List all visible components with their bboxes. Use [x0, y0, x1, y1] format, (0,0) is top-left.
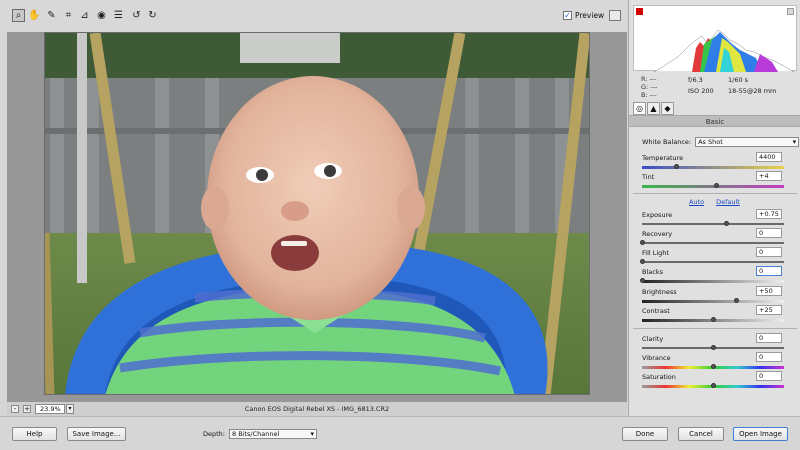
adjustment-panel: R: --- G: --- B: --- f/6.3 1/60 s ISO 200… — [628, 0, 800, 416]
clarity-thumb[interactable] — [711, 345, 716, 350]
white-balance-row: White Balance: As Shot — [642, 137, 800, 147]
photo-illustration — [45, 33, 589, 394]
rgb-readout: R: --- G: --- B: --- — [641, 75, 658, 99]
clarity-value[interactable]: 0 — [756, 333, 782, 343]
histogram — [633, 5, 797, 73]
auto-default-links: Auto Default — [689, 198, 740, 206]
rotate-left-icon[interactable]: ↺ — [130, 9, 143, 22]
default-link[interactable]: Default — [716, 198, 740, 206]
dialog-footer: Help Save Image... Depth: 8 Bits/Channel… — [0, 416, 800, 450]
iso: ISO 200 — [688, 87, 714, 95]
camera-info: R: --- G: --- B: --- f/6.3 1/60 s ISO 200… — [633, 73, 797, 99]
crop-icon[interactable]: ⌗ — [62, 9, 75, 22]
section-title: Basic — [629, 115, 800, 127]
shutter-speed: 1/60 s — [728, 76, 749, 84]
blacks-slider[interactable]: Blacks 0 — [640, 266, 784, 288]
tab-tone-curve-icon[interactable]: ▲ — [647, 102, 660, 115]
tab-detail-icon[interactable]: ◆ — [661, 102, 674, 115]
brightness-value[interactable]: +50 — [756, 286, 782, 296]
temperature-thumb[interactable] — [674, 164, 680, 169]
contrast-thumb[interactable] — [711, 317, 716, 322]
photo-preview — [44, 32, 590, 395]
temperature-value[interactable]: 4400 — [756, 152, 782, 162]
brightness-thumb[interactable] — [733, 298, 739, 303]
eyedropper-icon[interactable]: ✎ — [45, 9, 58, 22]
vibrance-value[interactable]: 0 — [756, 352, 782, 362]
aperture: f/6.3 — [688, 76, 703, 84]
tab-basic-icon[interactable]: ◎ — [633, 102, 646, 115]
red-eye-icon[interactable]: ◉ — [95, 9, 108, 22]
rotate-right-icon[interactable]: ↻ — [146, 9, 159, 22]
contrast-value[interactable]: +25 — [756, 305, 782, 315]
recovery-thumb[interactable] — [640, 240, 645, 245]
straighten-icon[interactable]: ⊿ — [78, 9, 91, 22]
exposure-thumb[interactable] — [723, 221, 729, 226]
zoom-tool-icon[interactable]: ⌕ — [12, 9, 25, 22]
image-caption: Canon EOS Digital Rebel XS - IMG_6813.CR… — [244, 405, 390, 413]
panel-tabs: ◎ ▲ ◆ — [633, 102, 674, 115]
cancel-button[interactable]: Cancel — [678, 427, 724, 441]
done-button[interactable]: Done — [622, 427, 668, 441]
tint-value[interactable]: +4 — [756, 171, 782, 181]
vibrance-thumb[interactable] — [711, 364, 716, 369]
exposure-value[interactable]: +0.75 — [756, 209, 782, 219]
list-icon[interactable]: ☰ — [112, 9, 125, 22]
toolbar: ⌕ ✋ ✎ ⌗ ⊿ ◉ ☰ ↺ ↻ ✓ Preview — [0, 0, 628, 32]
white-balance-select[interactable]: As Shot — [695, 137, 800, 147]
help-button[interactable]: Help — [12, 427, 57, 441]
preview-toggle[interactable]: ✓ Preview — [563, 11, 604, 20]
preview-label: Preview — [575, 11, 605, 20]
saturation-value[interactable]: 0 — [756, 371, 782, 381]
saturation-thumb[interactable] — [711, 383, 716, 388]
exif-info: f/6.3 1/60 s ISO 200 18-55@28 mm — [688, 75, 776, 97]
saturation-slider[interactable]: Saturation 0 — [642, 371, 784, 393]
fill-light-value[interactable]: 0 — [756, 247, 782, 257]
save-image-button[interactable]: Save Image... — [67, 427, 126, 441]
shadow-clip-warning-icon[interactable] — [636, 8, 643, 15]
preview-checkbox[interactable]: ✓ — [563, 11, 572, 20]
tint-slider[interactable]: Tint +4 — [642, 171, 784, 193]
image-canvas[interactable] — [7, 32, 627, 402]
divider — [633, 193, 797, 194]
fill-light-thumb[interactable] — [640, 259, 645, 264]
recovery-value[interactable]: 0 — [756, 228, 782, 238]
depth-label: Depth: — [203, 430, 225, 438]
white-balance-label: White Balance: — [642, 138, 692, 146]
tint-thumb[interactable] — [713, 183, 719, 188]
hand-tool-icon[interactable]: ✋ — [28, 9, 41, 22]
auto-link[interactable]: Auto — [689, 198, 704, 206]
open-image-button[interactable]: Open Image — [733, 427, 788, 441]
histogram-graph — [653, 29, 795, 73]
divider — [633, 328, 797, 329]
lens: 18-55@28 mm — [728, 87, 777, 95]
blacks-thumb[interactable] — [640, 278, 645, 283]
highlight-clip-warning-icon[interactable] — [787, 8, 794, 15]
depth-row: Depth: 8 Bits/Channel — [203, 429, 317, 439]
blacks-value[interactable]: 0 — [756, 266, 782, 276]
fullscreen-icon[interactable] — [609, 10, 621, 21]
depth-select[interactable]: 8 Bits/Channel — [229, 429, 317, 439]
contrast-slider[interactable]: Contrast +25 — [642, 305, 784, 327]
image-status-bar: - + 23.9% ▾ Canon EOS Digital Rebel XS -… — [7, 402, 627, 416]
